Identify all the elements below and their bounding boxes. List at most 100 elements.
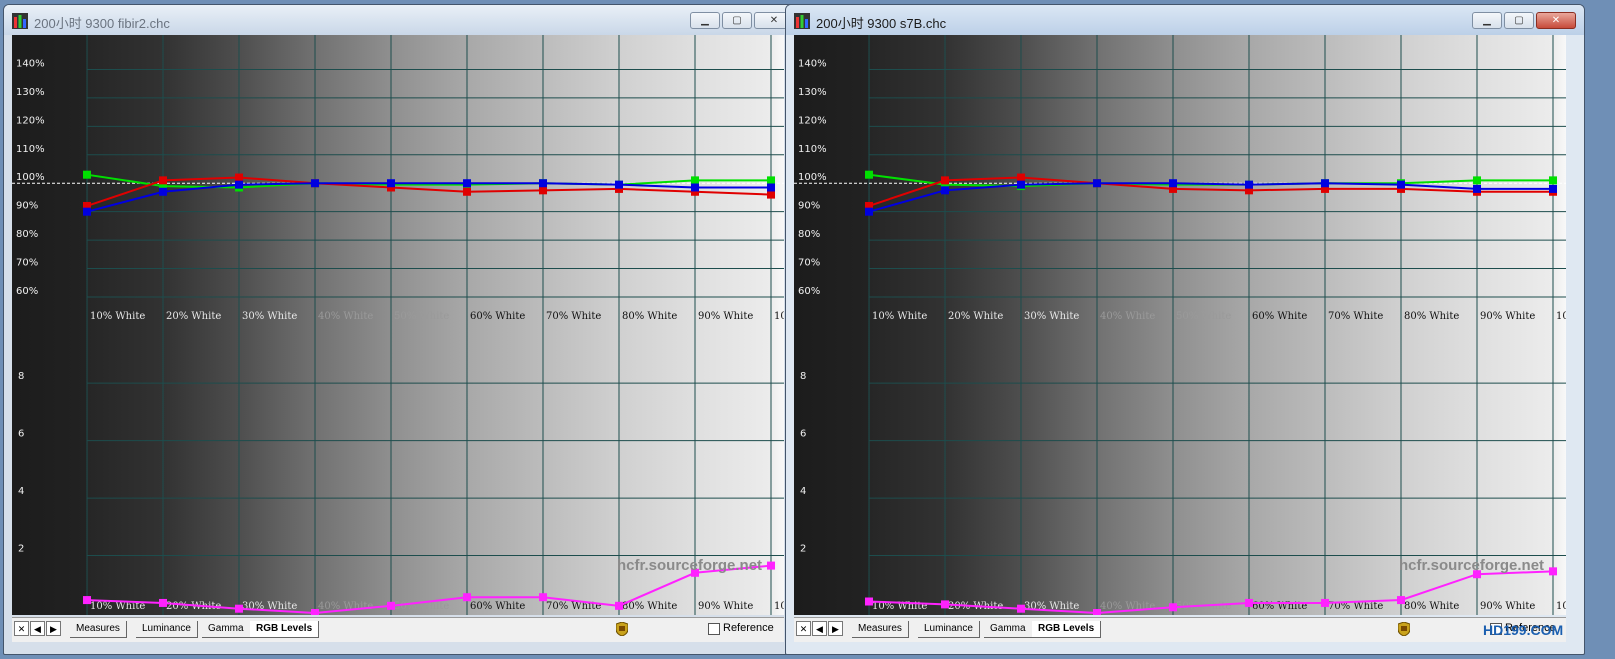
tab-rgb-levels[interactable]: RGB Levels [1032,621,1102,638]
window-left: 200小时 9300 fibir2.chc ▁ ▢ ✕ 140% 130% 120%… [3,4,803,655]
chart-svg: 140% 130% 120% 110% 100% 90% 80% 70% 60% 8 6 4 2 10% … [12,35,784,615]
scroll-right-button[interactable]: ▶ [828,621,843,636]
tab-luminance[interactable]: Luminance [918,621,980,638]
data-point [1397,180,1405,189]
category-label: 70% White [546,311,601,322]
data-point [767,176,775,185]
chart-watermark: hcfr.sourceforge.net [1399,557,1544,574]
delta-data-point [83,596,91,605]
background-band [1477,35,1553,615]
background-band [1097,35,1173,615]
close-view-button[interactable]: ✕ [14,621,29,636]
app-icon [794,13,810,29]
delta-data-point [1169,603,1177,612]
delta-data-point [539,593,547,602]
y-tick-label: 4 [800,486,806,497]
minimize-button[interactable]: ▁ [690,12,720,29]
titlebar[interactable]: 200小时 9300 fibir2.chc ▁ ▢ ✕ [4,5,802,35]
category-label: 50% White [394,311,449,322]
delta-data-point [1245,598,1253,607]
category-label: 40% White [318,311,373,322]
background-band [87,35,163,615]
data-point [1245,180,1253,189]
category-label: 90% White [1480,311,1535,322]
y-tick-label: 4 [18,486,24,497]
data-point [235,173,243,182]
background-band [1553,35,1566,615]
tab-bar: ✕ ◀ ▶ Measures Luminance Gamma RGB Level… [12,617,784,642]
data-point [1473,184,1481,193]
data-point [1017,180,1025,189]
tab-bar: ✕ ◀ ▶ Measures Luminance Gamma RGB Level… [794,617,1566,642]
background-band [1401,35,1477,615]
category-label: 50% White [1176,311,1231,322]
data-point [311,179,319,188]
data-point [159,187,167,196]
delta-data-point [235,604,243,613]
delta-data-point [1397,596,1405,605]
reference-label: Reference [723,622,774,634]
y-tick-label: 2 [800,544,806,555]
category-label: 30% White [1024,311,1079,322]
app-icon [12,13,28,29]
scroll-left-button[interactable]: ◀ [30,621,45,636]
background-band [543,35,619,615]
delta-data-point [767,561,775,570]
background-band [619,35,695,615]
category-label: 60% White [470,601,525,612]
close-view-button[interactable]: ✕ [796,621,811,636]
background-band [239,35,315,615]
category-label: 100% White [774,311,784,322]
data-point [387,179,395,188]
category-label: 100% White [774,601,784,612]
data-point [83,207,91,216]
data-point [865,207,873,216]
data-point [865,170,873,179]
minimize-button[interactable]: ▁ [1472,12,1502,29]
data-point [1017,173,1025,182]
y-tick-label: 130% [798,87,827,98]
y-tick-label: 6 [800,429,806,440]
chart-watermark: hcfr.sourceforge.net [617,557,762,574]
background-band [1249,35,1325,615]
y-tick-label: 110% [798,144,827,155]
scroll-left-button[interactable]: ◀ [812,621,827,636]
tab-luminance[interactable]: Luminance [136,621,198,638]
category-label: 90% White [1480,601,1535,612]
maximize-button[interactable]: ▢ [1504,12,1534,29]
category-label: 60% White [1252,311,1307,322]
data-point [235,180,243,189]
window-title: 200小时 9300 fibir2.chc [34,16,170,31]
tab-measures[interactable]: Measures [70,621,127,638]
data-point [159,176,167,185]
data-point [691,176,699,185]
shield-icon [1398,622,1410,636]
y-tick-label: 60% [16,286,38,297]
titlebar[interactable]: 200小时 9300 s7B.chc ▁ ▢ ✕ [786,5,1584,35]
scroll-right-button[interactable]: ▶ [46,621,61,636]
chart-svg: 140% 130% 120% 110% 100% 90% 80% 70% 60% 8 6 4 2 10% … [794,35,1566,615]
background-band [1021,35,1097,615]
background-band [1173,35,1249,615]
category-label: 20% White [948,311,1003,322]
reference-checkbox[interactable] [708,623,720,635]
data-point [941,186,949,195]
background-band [391,35,467,615]
tab-gamma[interactable]: Gamma [984,621,1033,638]
close-button[interactable]: ✕ [1536,12,1576,29]
tab-measures[interactable]: Measures [852,621,909,638]
data-point [1549,184,1557,193]
data-point [83,170,91,179]
y-tick-label: 120% [798,115,827,126]
data-point [615,180,623,189]
y-tick-label: 90% [798,201,820,212]
maximize-button[interactable]: ▢ [722,12,752,29]
data-point [539,179,547,188]
category-label: 100% White [1556,601,1566,612]
tab-rgb-levels[interactable]: RGB Levels [250,621,320,638]
y-tick-label: 2 [18,544,24,555]
delta-data-point [311,609,319,615]
background-band [869,35,945,615]
tab-gamma[interactable]: Gamma [202,621,251,638]
site-watermark: HD199.COM [1483,622,1564,638]
